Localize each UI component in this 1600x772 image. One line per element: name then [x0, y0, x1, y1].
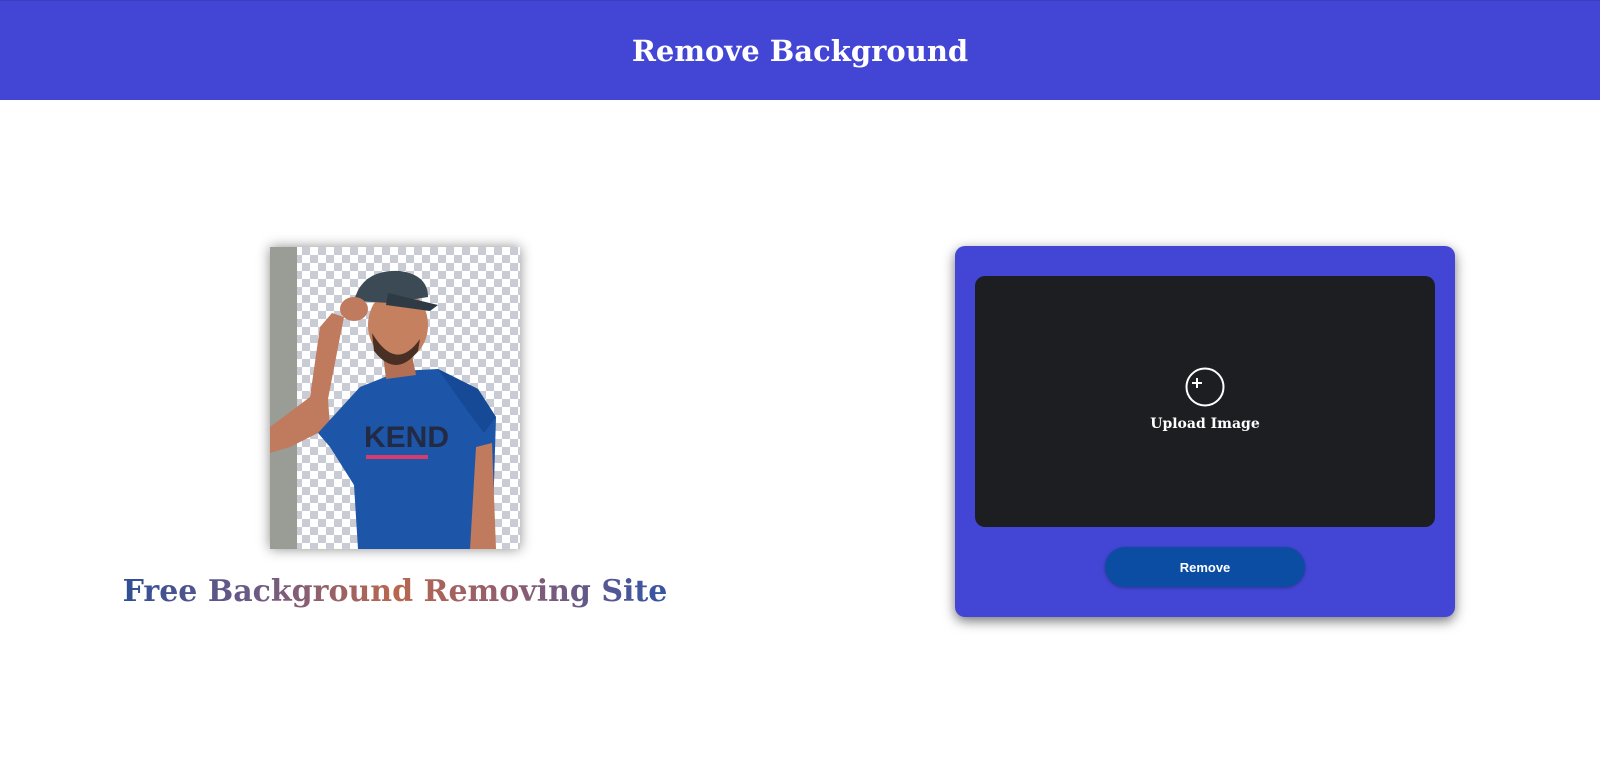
- page-title: Remove Background: [631, 33, 969, 68]
- site-header: Remove Background: [0, 0, 1600, 100]
- remove-button[interactable]: Remove: [1105, 547, 1305, 587]
- upload-card: Upload Image Remove: [955, 246, 1455, 617]
- upload-drop-zone[interactable]: Upload Image: [975, 276, 1435, 527]
- svg-text:KEND: KEND: [364, 421, 449, 454]
- upload-label: Upload Image: [1150, 416, 1260, 432]
- plus-circle-icon: [1185, 367, 1225, 407]
- tagline: Free Background Removing Site: [0, 574, 790, 609]
- sample-preview-image: KEND: [270, 247, 520, 549]
- person-cutout-image: KEND: [270, 247, 520, 549]
